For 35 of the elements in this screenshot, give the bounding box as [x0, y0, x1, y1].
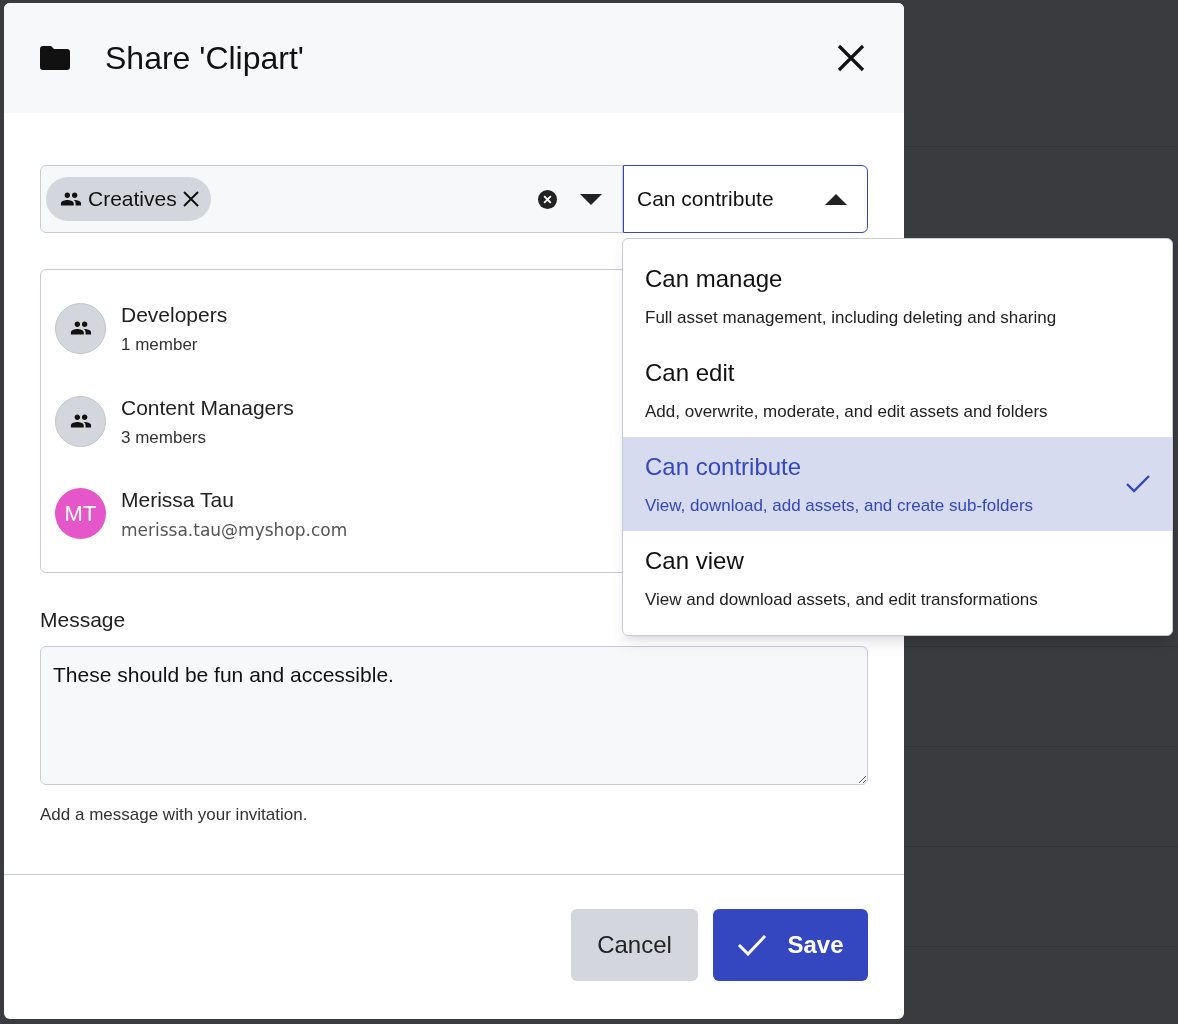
chip-label: Creatives — [88, 186, 177, 213]
message-label: Message — [40, 607, 127, 633]
check-icon — [1126, 475, 1150, 493]
user-avatar: MT — [55, 488, 106, 540]
save-button[interactable]: Save — [713, 909, 868, 981]
option-description: Full asset management, including deleting and sharing — [645, 307, 1057, 330]
permission-option[interactable]: Can manage Full asset management, including deleting and sharing — [623, 249, 1172, 343]
option-description: View, download, add assets, and create sub-folders — [645, 495, 1034, 518]
option-title: Can contribute — [645, 452, 803, 483]
member-count: 1 member — [121, 334, 199, 357]
option-title: Can manage — [645, 264, 784, 295]
message-field[interactable]: These should be fun and accessible. — [40, 645, 868, 785]
message-hint: Add a message with your invitation. — [40, 803, 309, 826]
permission-option[interactable]: Can view View and download assets, and edit transformations — [623, 531, 1172, 625]
recipients-field[interactable]: Creatives — [40, 165, 623, 233]
option-description: View and download assets, and edit transformations — [645, 589, 1038, 612]
member-name: Merissa Tau — [121, 487, 235, 514]
folder-icon — [40, 46, 70, 70]
member-email: merissa.tau@myshop.com — [121, 518, 348, 542]
dropdown-arrow-icon[interactable] — [580, 193, 602, 205]
recipient-chip[interactable]: Creatives — [46, 177, 211, 221]
member-name: Content Managers — [121, 394, 294, 421]
member-count: 3 members — [121, 427, 208, 449]
permission-select[interactable]: Can contribute — [623, 165, 868, 233]
dialog-title: Share 'Clipart' — [105, 39, 304, 78]
option-title: Can edit — [645, 358, 736, 389]
permission-option[interactable]: Can contribute View, download, add assets, and create sub-folders — [623, 437, 1172, 531]
check-icon — [737, 934, 768, 956]
remove-icon[interactable] — [182, 191, 199, 207]
option-description: Add, overwrite, moderate, and edit assets and folders — [645, 401, 1048, 424]
member-name: Developers — [121, 301, 228, 328]
clear-icon[interactable] — [538, 189, 557, 209]
cancel-button[interactable]: Cancel — [571, 909, 698, 981]
option-title: Can view — [645, 546, 745, 577]
permission-option[interactable]: Can edit Add, overwrite, moderate, and edit assets and folders — [623, 343, 1172, 437]
